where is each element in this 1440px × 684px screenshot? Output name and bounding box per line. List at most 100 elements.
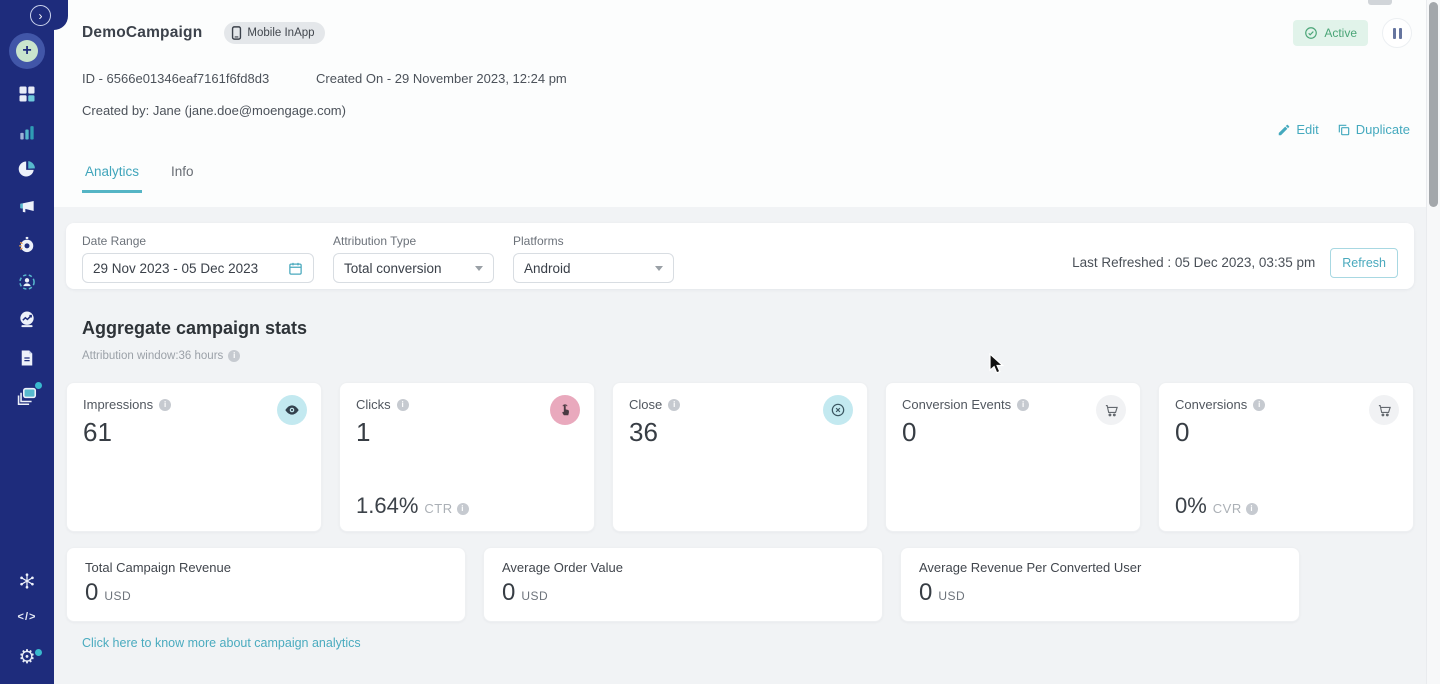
tab-bar: Analytics Info <box>82 164 197 193</box>
tab-analytics[interactable]: Analytics <box>82 164 143 193</box>
info-icon[interactable]: i <box>228 350 241 362</box>
sidebar-item-segments[interactable] <box>0 159 54 179</box>
attribution-type-label: Attribution Type <box>333 234 417 248</box>
revenue-label: Average Order Value <box>502 560 623 575</box>
sidebar-item-campaigns[interactable] <box>0 196 54 216</box>
stat-label: Clicks <box>356 397 391 412</box>
info-icon[interactable]: i <box>456 502 469 515</box>
edit-label: Edit <box>1296 122 1319 137</box>
duplicate-button[interactable]: Duplicate <box>1337 122 1410 137</box>
pause-icon <box>1398 27 1402 39</box>
user-target-icon <box>19 274 35 290</box>
stat-value: 61 <box>83 417 112 447</box>
channel-badge-label: Mobile InApp <box>247 27 315 39</box>
stat-value: 0 <box>1175 417 1190 447</box>
chevron-down-icon <box>655 265 663 271</box>
date-range-input[interactable]: 29 Nov 2023 - 05 Dec 2023 <box>82 253 314 283</box>
stat-value: 1 <box>356 417 371 447</box>
platforms-label: Platforms <box>513 234 564 248</box>
sidebar-item-create[interactable]: + <box>0 33 54 69</box>
platforms-value: Android <box>524 260 571 276</box>
status-badge-label: Active <box>1324 26 1357 40</box>
revenue-currency: USD <box>521 589 549 603</box>
section-title: Aggregate campaign stats <box>82 318 308 338</box>
sidebar: + </> ⚙ <box>0 0 68 684</box>
cvr-value: 0% <box>1175 493 1207 518</box>
sidebar-item-reports[interactable] <box>0 348 54 368</box>
document-icon <box>21 350 33 366</box>
created-by: Created by: Jane (jane.doe@moengage.com) <box>82 103 346 118</box>
sidebar-item-audience[interactable] <box>0 272 54 292</box>
revenue-card-arpcu: Average Revenue Per Converted User 0 USD <box>900 547 1300 622</box>
date-range-value: 29 Nov 2023 - 05 Dec 2023 <box>93 260 259 276</box>
megaphone-icon <box>20 201 34 213</box>
revenue-label: Average Revenue Per Converted User <box>919 560 1142 575</box>
revenue-card-aov: Average Order Value 0 USD <box>483 547 883 622</box>
pie-chart-icon <box>18 161 35 177</box>
sidebar-item-channels[interactable] <box>0 382 54 407</box>
page-title: DemoCampaign <box>82 24 203 41</box>
info-icon[interactable]: i <box>159 398 172 411</box>
sidebar-expand-button[interactable]: › <box>30 5 51 26</box>
close-circle-icon <box>823 395 853 425</box>
analytics-docs-link[interactable]: Click here to know more about campaign a… <box>82 636 361 650</box>
scrollbar-thumb[interactable] <box>1429 2 1438 207</box>
stat-card-clicks: Clicks i 1 1.64% CTR i <box>339 382 595 532</box>
campaign-id: ID - 6566e01346eaf7161f6fd8d3 <box>82 71 270 86</box>
sidebar-item-timer[interactable] <box>0 235 54 255</box>
main-content: DemoCampaign Mobile InApp Active ID - 65… <box>54 0 1440 684</box>
info-icon[interactable]: i <box>1253 398 1266 411</box>
pause-campaign-button[interactable] <box>1382 18 1412 48</box>
asterisk-nodes-icon <box>20 573 34 589</box>
gear-icon: ⚙ <box>18 646 36 668</box>
platforms-select[interactable]: Android <box>513 253 674 283</box>
notification-dot <box>35 649 42 656</box>
layers-icon <box>17 387 37 406</box>
stat-label: Conversion Events <box>902 397 1012 412</box>
eye-icon <box>277 395 307 425</box>
sidebar-item-lab[interactable] <box>0 571 54 591</box>
revenue-value: 0 <box>502 579 516 606</box>
info-icon[interactable]: i <box>396 398 409 411</box>
date-range-label: Date Range <box>82 234 147 248</box>
notification-dot <box>35 382 42 389</box>
info-icon[interactable]: i <box>1245 502 1258 515</box>
sidebar-item-developer[interactable]: </> <box>0 611 54 623</box>
stat-value: 36 <box>629 417 658 447</box>
created-on: Created On - 29 November 2023, 12:24 pm <box>316 71 567 86</box>
attribution-type-value: Total conversion <box>344 260 442 276</box>
revenue-currency: USD <box>104 589 132 603</box>
stat-label: Conversions <box>1175 397 1248 412</box>
stat-card-conversions: Conversions i 0 0% CVR i <box>1158 382 1414 532</box>
campaign-header: DemoCampaign Mobile InApp Active ID - 65… <box>54 0 1440 207</box>
tab-info[interactable]: Info <box>168 164 197 193</box>
stat-card-close: Close i 36 <box>612 382 868 532</box>
sidebar-item-settings[interactable]: ⚙ <box>0 648 54 667</box>
pause-icon <box>1392 27 1396 39</box>
status-badge: Active <box>1293 20 1368 46</box>
pencil-icon <box>1279 124 1290 135</box>
filter-bar: Date Range 29 Nov 2023 - 05 Dec 2023 Att… <box>66 223 1414 289</box>
stat-value: 0 <box>902 417 917 447</box>
cvr-label: CVR <box>1212 501 1242 516</box>
duplicate-icon <box>1338 124 1350 135</box>
ctr-label: CTR <box>424 501 453 516</box>
duplicate-label: Duplicate <box>1355 122 1410 137</box>
edit-button[interactable]: Edit <box>1277 122 1319 137</box>
sidebar-item-dashboard[interactable] <box>0 84 54 104</box>
refresh-button[interactable]: Refresh <box>1330 247 1398 278</box>
sidebar-item-analytics[interactable] <box>0 122 54 142</box>
chevron-down-icon <box>475 265 483 271</box>
bar-chart-icon <box>20 126 34 140</box>
revenue-cards-row: Total Campaign Revenue 0 USD Average Ord… <box>66 547 1414 622</box>
info-icon[interactable]: i <box>1017 398 1030 411</box>
stopwatch-icon <box>19 236 34 253</box>
stat-card-conversion-events: Conversion Events i 0 <box>885 382 1141 532</box>
info-icon[interactable]: i <box>668 398 681 411</box>
attribution-window-text: Attribution window:36 hours <box>82 350 224 362</box>
create-campaign-button[interactable]: + <box>9 33 45 69</box>
sidebar-item-predictions[interactable] <box>0 309 54 329</box>
attribution-type-select[interactable]: Total conversion <box>333 253 494 283</box>
revenue-label: Total Campaign Revenue <box>85 560 231 575</box>
code-icon: </> <box>17 611 37 623</box>
